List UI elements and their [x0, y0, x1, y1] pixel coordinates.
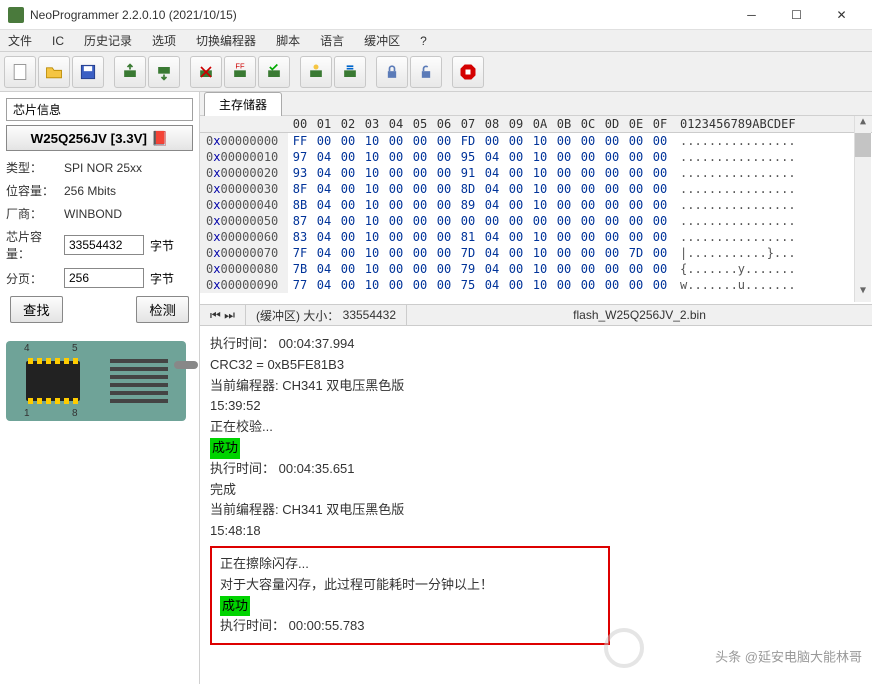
menu-language[interactable]: 语言: [316, 30, 348, 51]
filename: flash_W25Q256JV_2.bin: [573, 308, 706, 322]
tab-strip: 主存储器: [200, 92, 872, 116]
app-icon: [8, 7, 24, 23]
menu-options[interactable]: 选项: [148, 30, 180, 51]
chip-size-unit: 字节: [150, 237, 174, 254]
page-unit: 字节: [150, 270, 174, 287]
left-panel: 芯片信息 W25Q256JV [3.3V] 📕 类型：SPI NOR 25xx …: [0, 92, 200, 684]
program-button[interactable]: [300, 56, 332, 88]
status-bar: ⏮ ⏭ (缓冲区) 大小： 33554432 flash_W25Q256JV_2…: [200, 304, 872, 326]
menu-bar: 文件 IC 历史记录 选项 切换编程器 脚本 语言 缓冲区 ?: [0, 30, 872, 52]
menu-history[interactable]: 历史记录: [80, 30, 136, 51]
buffer-size-value: 33554432: [343, 308, 396, 322]
minimize-button[interactable]: ─: [729, 0, 774, 30]
erase-button[interactable]: [190, 56, 222, 88]
log-success: 成功: [220, 596, 250, 617]
chip-name: W25Q256JV [3.3V]: [31, 131, 147, 146]
log-line: 当前编程器: CH341 双电压黑色版: [210, 376, 862, 397]
maximize-button[interactable]: ☐: [774, 0, 819, 30]
log-line: 正在校验...: [210, 417, 862, 438]
log-line: 正在擦除闪存...: [220, 554, 600, 575]
detect-button[interactable]: 检测: [136, 296, 189, 323]
log-panel[interactable]: 执行时间： 00:04:37.994 CRC32 = 0xB5FE81B3 当前…: [200, 326, 872, 684]
capacity-bits-label: 位容量：: [6, 182, 64, 199]
nav-last-icon[interactable]: ⏭: [224, 308, 235, 323]
write-button[interactable]: [148, 56, 180, 88]
log-line: 对于大容量闪存，此过程可能耗时一分钟以上！: [220, 575, 600, 596]
vendor-value: WINBOND: [64, 207, 122, 221]
save-button[interactable]: [72, 56, 104, 88]
find-button[interactable]: 查找: [10, 296, 63, 323]
chip-select-button[interactable]: W25Q256JV [3.3V] 📕: [6, 125, 193, 151]
hex-editor[interactable]: 000102030405060708090A0B0C0D0E0F01234567…: [200, 116, 872, 304]
log-line: 15:48:18: [210, 521, 862, 542]
hex-scrollbar[interactable]: ▲▼: [854, 116, 871, 302]
buffer-size-label: (缓冲区) 大小：: [256, 307, 339, 324]
right-panel: 主存储器 000102030405060708090A0B0C0D0E0F012…: [200, 92, 872, 684]
chip-size-label: 芯片容量：: [6, 228, 64, 262]
log-line: 当前编程器: CH341 双电压黑色版: [210, 500, 862, 521]
nav-first-icon[interactable]: ⏮: [210, 308, 221, 323]
svg-text:FF: FF: [235, 62, 245, 71]
chip-info-title: 芯片信息: [6, 98, 193, 121]
toolbar: FF: [0, 52, 872, 92]
menu-switch-programmer[interactable]: 切换编程器: [192, 30, 260, 51]
log-line: 执行时间： 00:04:35.651: [210, 459, 862, 480]
menu-help[interactable]: ?: [416, 32, 431, 50]
menu-ic[interactable]: IC: [48, 32, 68, 50]
read-button[interactable]: [114, 56, 146, 88]
pdf-icon: 📕: [151, 130, 168, 147]
capacity-bits-value: 256 Mbits: [64, 184, 116, 198]
verify-button[interactable]: [258, 56, 290, 88]
chip-size-input[interactable]: [64, 235, 144, 255]
tab-main-memory[interactable]: 主存储器: [204, 92, 282, 116]
menu-file[interactable]: 文件: [4, 30, 36, 51]
close-button[interactable]: ✕: [819, 0, 864, 30]
unlock-button[interactable]: [410, 56, 442, 88]
auto-button[interactable]: [334, 56, 366, 88]
log-line: 完成: [210, 480, 862, 501]
log-success: 成功: [210, 438, 240, 459]
socket-diagram: 4 5 1 8: [6, 341, 186, 421]
open-button[interactable]: [38, 56, 70, 88]
log-highlight-box: 正在擦除闪存... 对于大容量闪存，此过程可能耗时一分钟以上！ 成功 执行时间：…: [210, 546, 610, 645]
window-title: NeoProgrammer 2.2.0.10 (2021/10/15): [30, 8, 729, 22]
vendor-label: 厂商：: [6, 205, 64, 222]
menu-buffer[interactable]: 缓冲区: [360, 30, 404, 51]
log-line: 执行时间： 00:04:37.994: [210, 334, 862, 355]
log-line: CRC32 = 0xB5FE81B3: [210, 355, 862, 376]
page-input[interactable]: [64, 268, 144, 288]
menu-script[interactable]: 脚本: [272, 30, 304, 51]
lock-button[interactable]: [376, 56, 408, 88]
type-value: SPI NOR 25xx: [64, 161, 142, 175]
stop-button[interactable]: [452, 56, 484, 88]
log-line: 执行时间： 00:00:55.783: [220, 616, 600, 637]
page-label: 分页：: [6, 270, 64, 287]
blank-check-button[interactable]: FF: [224, 56, 256, 88]
title-bar: NeoProgrammer 2.2.0.10 (2021/10/15) ─ ☐ …: [0, 0, 872, 30]
new-button[interactable]: [4, 56, 36, 88]
type-label: 类型：: [6, 159, 64, 176]
log-line: 15:39:52: [210, 396, 862, 417]
